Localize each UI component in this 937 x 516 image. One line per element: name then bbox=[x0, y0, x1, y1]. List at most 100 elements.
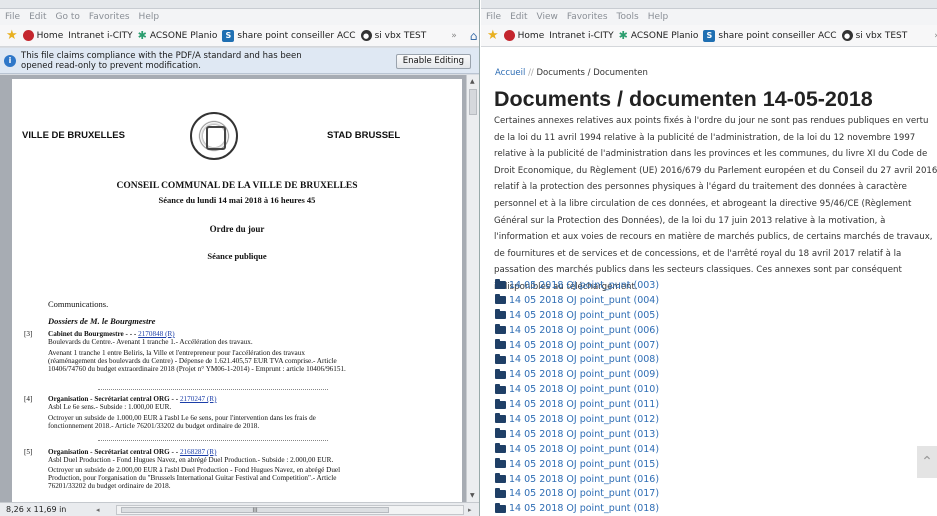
favorites-bar: ★ Home Intranet i-CITY ✱ ACSONE Planio Ss… bbox=[481, 25, 937, 47]
folder-icon bbox=[495, 294, 506, 305]
favorites-star-icon[interactable]: ★ bbox=[487, 28, 499, 43]
fav-acsone[interactable]: ✱ ACSONE Planio bbox=[619, 29, 699, 42]
menu-file[interactable]: File bbox=[5, 12, 20, 22]
scroll-left-icon[interactable]: ◂ bbox=[96, 506, 100, 514]
agenda-item: Cabinet du Bourgmestre - - - 2170848 (R)… bbox=[48, 330, 346, 373]
scroll-right-icon[interactable]: ▸ bbox=[468, 506, 472, 514]
vertical-scrollbar[interactable]: ▲ ▼ bbox=[466, 75, 479, 502]
document-link[interactable]: 14 05 2018 OJ point_punt (014) bbox=[495, 442, 659, 457]
back-to-top-button[interactable]: ⌃ bbox=[917, 446, 937, 478]
menu-bar: File Edit View Favorites Tools Help bbox=[481, 9, 937, 25]
city-seal-icon bbox=[190, 112, 238, 160]
document-link[interactable]: 14 05 2018 OJ point_punt (005) bbox=[495, 308, 659, 323]
menu-view[interactable]: View bbox=[537, 12, 558, 22]
browser-window: File Edit View Favorites Tools Help ★ Ho… bbox=[481, 0, 937, 516]
document-link[interactable]: 14 05 2018 OJ point_punt (016) bbox=[495, 472, 659, 487]
pdf-document-area: VILLE DE BRUXELLES STAD BRUSSEL CONSEIL … bbox=[0, 75, 466, 502]
council-heading: CONSEIL COMMUNAL DE LA VILLE DE BRUXELLE… bbox=[116, 181, 358, 191]
home-icon[interactable]: ⌂ bbox=[470, 29, 478, 43]
favorites-star-icon[interactable]: ★ bbox=[6, 28, 18, 43]
document-link[interactable]: 14 05 2018 OJ point_punt (004) bbox=[495, 293, 659, 308]
horizontal-scrollbar[interactable]: III bbox=[116, 505, 464, 515]
menu-file[interactable]: File bbox=[486, 12, 501, 22]
document-link[interactable]: 14 05 2018 OJ point_punt (009) bbox=[495, 367, 659, 382]
menu-goto[interactable]: Go to bbox=[56, 12, 80, 22]
document-link[interactable]: 14 05 2018 OJ point_punt (010) bbox=[495, 382, 659, 397]
public-session-heading: Séance publique bbox=[207, 251, 267, 261]
chevron-up-icon: ⌃ bbox=[921, 454, 933, 470]
fav-acsone[interactable]: ✱ ACSONE Planio bbox=[138, 29, 218, 42]
acsone-icon: ✱ bbox=[137, 29, 147, 42]
folder-icon bbox=[495, 279, 506, 290]
document-link[interactable]: 14 05 2018 OJ point_punt (018) bbox=[495, 501, 659, 516]
header-stad: STAD BRUSSEL bbox=[327, 130, 401, 141]
page-title: Documents / documenten 14-05-2018 bbox=[494, 87, 873, 111]
document-link[interactable]: 14 05 2018 OJ point_punt (017) bbox=[495, 486, 659, 501]
folder-icon bbox=[495, 353, 506, 364]
breadcrumb-separator: // bbox=[528, 68, 534, 78]
folder-icon bbox=[495, 339, 506, 349]
document-link[interactable]: 14 05 2018 OJ point_punt (006) bbox=[495, 323, 659, 338]
folder-icon bbox=[495, 458, 506, 469]
folder-icon bbox=[495, 309, 506, 320]
vertical-scroll-thumb[interactable] bbox=[469, 89, 477, 115]
item-ref-link[interactable]: 2168287 (R) bbox=[180, 448, 217, 456]
document-link[interactable]: 14 05 2018 OJ point_punt (011) bbox=[495, 397, 659, 412]
fav-home[interactable]: Home bbox=[503, 30, 544, 41]
home-site-icon bbox=[22, 30, 34, 41]
item-ref-link[interactable]: 2170247 (R) bbox=[180, 395, 217, 403]
item-ref-link[interactable]: 2170848 (R) bbox=[138, 330, 175, 338]
favorites-more-button[interactable]: » bbox=[451, 31, 457, 41]
fav-intranet[interactable]: Intranet i-CITY bbox=[68, 31, 132, 41]
menu-tools[interactable]: Tools bbox=[617, 12, 639, 22]
breadcrumb-current: Documents / Documenten bbox=[536, 68, 648, 78]
folder-icon bbox=[495, 502, 506, 513]
fav-sharepoint[interactable]: Sshare point conseiller ACC bbox=[703, 29, 837, 42]
document-link[interactable]: 14 05 2018 OJ point_punt (007) bbox=[495, 338, 659, 353]
title-strip bbox=[0, 0, 479, 9]
horizontal-scroll-thumb[interactable]: III bbox=[121, 507, 389, 514]
scroll-up-icon[interactable]: ▲ bbox=[470, 78, 475, 85]
document-link[interactable]: 14 05 2018 OJ point_punt (012) bbox=[495, 412, 659, 427]
sharepoint-icon: S bbox=[703, 29, 716, 42]
readonly-infobar: i This file claims compliance with the P… bbox=[0, 48, 479, 74]
fav-vbx[interactable]: ● si vbx TEST bbox=[360, 30, 426, 41]
folder-icon bbox=[495, 398, 506, 409]
menu-edit[interactable]: Edit bbox=[510, 12, 527, 22]
sharepoint-icon: S bbox=[222, 29, 235, 42]
agenda-item: Organisation - Secrétariat central ORG -… bbox=[48, 395, 316, 430]
menu-favorites[interactable]: Favorites bbox=[567, 12, 608, 22]
pdf-page: VILLE DE BRUXELLES STAD BRUSSEL CONSEIL … bbox=[12, 79, 462, 502]
page-size: 8,26 x 11,69 in bbox=[6, 505, 67, 514]
title-strip bbox=[481, 0, 937, 9]
vbx-icon: ● bbox=[841, 30, 853, 41]
folder-icon bbox=[495, 428, 506, 439]
fav-sharepoint[interactable]: Sshare point conseiller ACC bbox=[222, 29, 356, 42]
fav-vbx[interactable]: ● si vbx TEST bbox=[841, 30, 907, 41]
scroll-down-icon[interactable]: ▼ bbox=[470, 492, 475, 499]
vbx-icon: ● bbox=[360, 30, 372, 41]
breadcrumb-home-link[interactable]: Accueil bbox=[495, 68, 525, 78]
item-number: [4] bbox=[24, 395, 33, 403]
fav-intranet[interactable]: Intranet i-CITY bbox=[549, 31, 613, 41]
session-date: Séance du lundi 14 mai 2018 à 16 heures … bbox=[158, 195, 316, 205]
info-icon: i bbox=[4, 54, 16, 67]
menu-help[interactable]: Help bbox=[648, 12, 669, 22]
menu-help[interactable]: Help bbox=[139, 12, 160, 22]
folder-icon bbox=[495, 368, 506, 379]
folder-icon bbox=[495, 383, 506, 394]
menu-bar: File Edit Go to Favorites Help bbox=[0, 9, 479, 25]
document-link[interactable]: 14 05 2018 OJ point_punt (008) bbox=[495, 352, 659, 367]
document-link[interactable]: 14 05 2018 OJ point_punt (013) bbox=[495, 427, 659, 442]
menu-favorites[interactable]: Favorites bbox=[89, 12, 130, 22]
communications-text: Communications. bbox=[48, 299, 109, 309]
enable-editing-button[interactable]: Enable Editing bbox=[395, 54, 471, 69]
document-link[interactable]: 14 05 2018 OJ point_punt (015) bbox=[495, 457, 659, 472]
home-site-icon bbox=[503, 30, 515, 41]
fav-home[interactable]: Home bbox=[22, 30, 63, 41]
document-link[interactable]: 14 05 2018 OJ point_punt (003) bbox=[495, 278, 659, 293]
status-bar: 8,26 x 11,69 in ◂ III ▸ bbox=[0, 502, 479, 516]
menu-edit[interactable]: Edit bbox=[29, 12, 46, 22]
folder-icon bbox=[495, 487, 506, 498]
folder-icon bbox=[495, 443, 506, 454]
